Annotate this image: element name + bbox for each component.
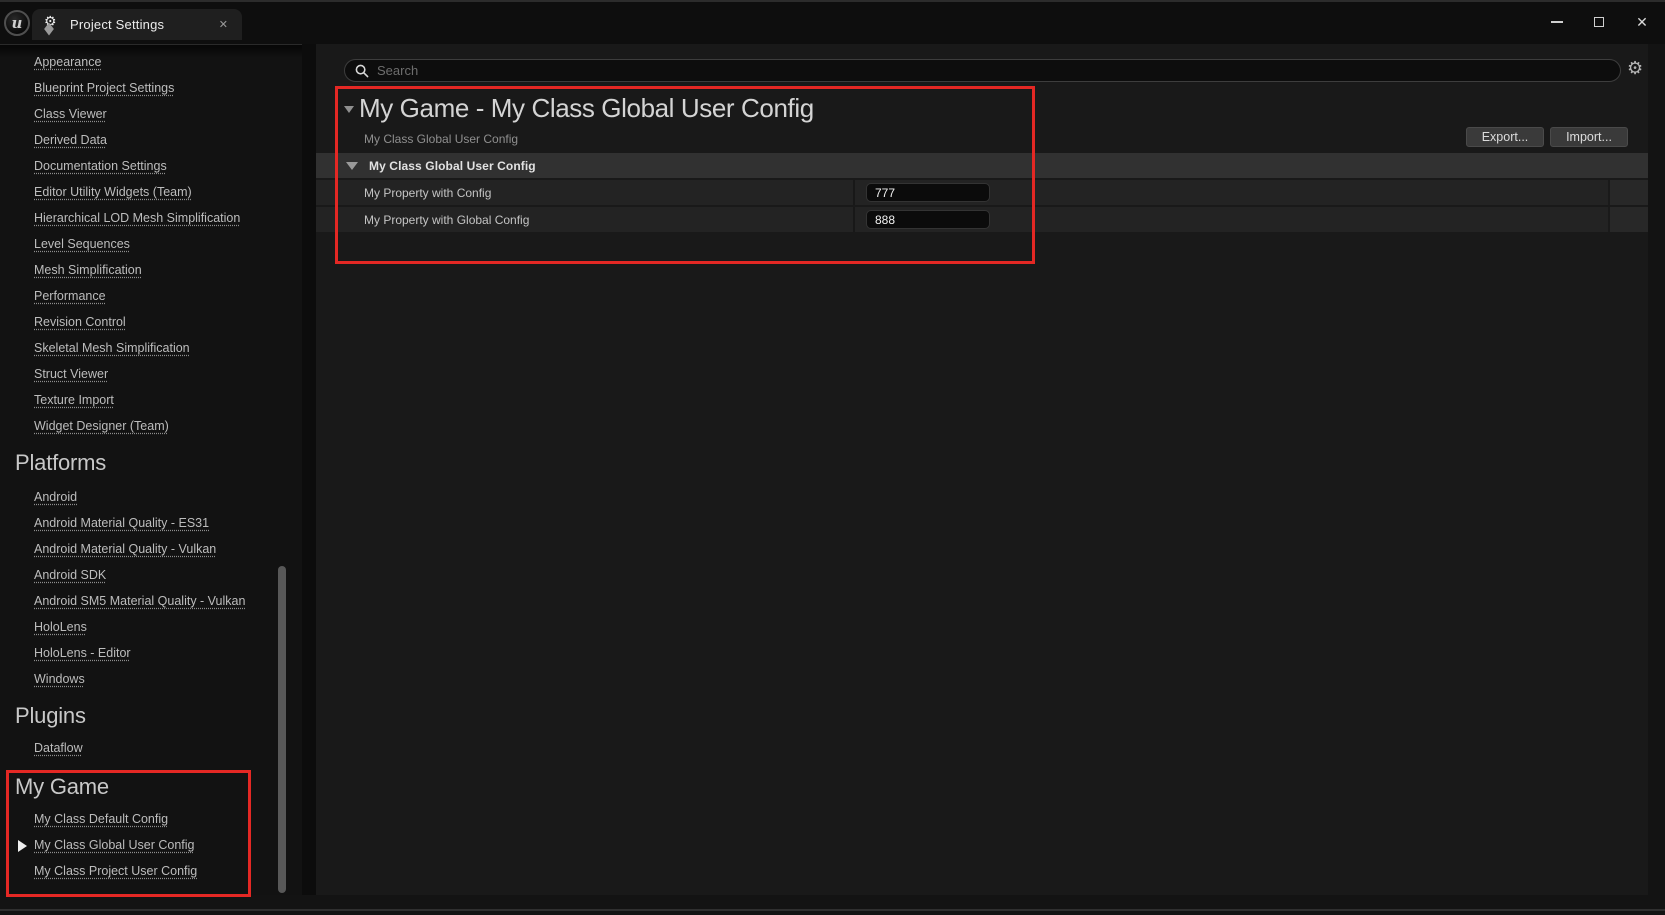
sidebar-item-mesh-simplification[interactable]: Mesh Simplification	[34, 263, 142, 277]
property-row: My Property with Global Config	[316, 207, 1648, 232]
category-subtitle: My Class Global User Config	[364, 132, 518, 146]
property-name-cell: My Property with Config	[316, 180, 855, 205]
sidebar-item-level-sequences[interactable]: Level Sequences	[34, 237, 130, 251]
sidebar-item-widget-designer[interactable]: Widget Designer (Team)	[34, 419, 169, 433]
property-label: My Property with Config	[364, 186, 491, 200]
property-value-input[interactable]	[866, 183, 990, 202]
property-label: My Property with Global Config	[364, 213, 529, 227]
search-input[interactable]	[377, 63, 1610, 78]
sidebar-item-skeletal-mesh-simplification[interactable]: Skeletal Mesh Simplification	[34, 341, 190, 355]
unreal-engine-logo-icon: u	[4, 10, 30, 36]
sidebar-item-hierarchical-lod[interactable]: Hierarchical LOD Mesh Simplification	[34, 211, 240, 225]
property-name-cell: My Property with Global Config	[316, 207, 855, 232]
section-collapse-caret-icon[interactable]	[346, 162, 358, 170]
property-value-cell	[855, 207, 1608, 232]
sidebar-item-class-viewer[interactable]: Class Viewer	[34, 107, 107, 121]
sidebar-item-revision-control[interactable]: Revision Control	[34, 315, 126, 329]
window-minimize-button[interactable]	[1537, 2, 1577, 42]
property-value-input[interactable]	[866, 210, 990, 229]
category-collapse-caret-icon[interactable]	[344, 106, 354, 113]
sidebar-item-editor-utility-widgets[interactable]: Editor Utility Widgets (Team)	[34, 185, 192, 199]
category-title: My Game - My Class Global User Config	[359, 93, 814, 124]
sidebar-item-my-class-project-user-config[interactable]: My Class Project User Config	[34, 864, 197, 878]
section-header-row[interactable]: My Class Global User Config	[316, 153, 1648, 178]
sidebar-item-my-class-default-config[interactable]: My Class Default Config	[34, 812, 168, 826]
window-maximize-button[interactable]	[1579, 2, 1619, 42]
sidebar-item-appearance[interactable]: Appearance	[34, 55, 101, 69]
tab-title: Project Settings	[70, 17, 215, 32]
sidebar-item-documentation-settings[interactable]: Documentation Settings	[34, 159, 167, 173]
property-reset-cell	[1608, 180, 1648, 205]
search-bar[interactable]	[344, 59, 1621, 82]
sidebar-item-android-mq-es31[interactable]: Android Material Quality - ES31	[34, 516, 209, 530]
sidebar-header-my-game: My Game	[15, 774, 109, 800]
import-button[interactable]: Import...	[1550, 127, 1628, 147]
project-settings-window: u ⚙ Project Settings ✕ ✕ Appearance Blue…	[0, 0, 1665, 915]
sidebar-item-dataflow[interactable]: Dataflow	[34, 741, 83, 755]
sidebar-item-android[interactable]: Android	[34, 490, 77, 504]
window-close-button[interactable]: ✕	[1622, 2, 1662, 42]
sidebar-scrollbar-thumb[interactable]	[278, 566, 286, 893]
sidebar-item-hololens[interactable]: HoloLens	[34, 620, 87, 634]
sidebar-header-platforms: Platforms	[15, 450, 106, 476]
selected-item-arrow-icon	[18, 840, 27, 852]
property-row: My Property with Config	[316, 180, 1648, 205]
sidebar-item-struct-viewer[interactable]: Struct Viewer	[34, 367, 108, 381]
section-header-label: My Class Global User Config	[369, 159, 536, 173]
settings-main-panel: ⚙ My Game - My Class Global User Config …	[316, 44, 1648, 895]
tab-project-settings[interactable]: ⚙ Project Settings ✕	[32, 9, 242, 40]
sidebar-item-android-sdk[interactable]: Android SDK	[34, 568, 106, 582]
sidebar-item-derived-data[interactable]: Derived Data	[34, 133, 107, 147]
search-icon	[355, 64, 369, 78]
sidebar-item-hololens-editor[interactable]: HoloLens - Editor	[34, 646, 131, 660]
sidebar-item-android-sm5-mq-vulkan[interactable]: Android SM5 Material Quality - Vulkan	[34, 594, 245, 608]
property-value-cell	[855, 180, 1608, 205]
project-settings-icon: ⚙	[42, 16, 60, 34]
sidebar-item-android-mq-vulkan[interactable]: Android Material Quality - Vulkan	[34, 542, 216, 556]
window-bottom-edge	[0, 909, 1665, 911]
property-reset-cell	[1608, 207, 1648, 232]
sidebar-item-performance[interactable]: Performance	[34, 289, 106, 303]
export-button[interactable]: Export...	[1466, 127, 1544, 147]
sidebar-header-plugins: Plugins	[15, 703, 86, 729]
sidebar-item-windows[interactable]: Windows	[34, 672, 85, 686]
sidebar-item-my-class-global-user-config[interactable]: My Class Global User Config	[34, 838, 194, 852]
sidebar-item-blueprint-project-settings[interactable]: Blueprint Project Settings	[34, 81, 174, 95]
titlebar[interactable]: u ⚙ Project Settings ✕ ✕	[0, 2, 1665, 44]
panel-divider	[302, 44, 316, 895]
sidebar-item-texture-import[interactable]: Texture Import	[34, 393, 114, 407]
tab-close-icon[interactable]: ✕	[215, 16, 232, 33]
settings-gear-icon[interactable]: ⚙	[1627, 58, 1643, 79]
